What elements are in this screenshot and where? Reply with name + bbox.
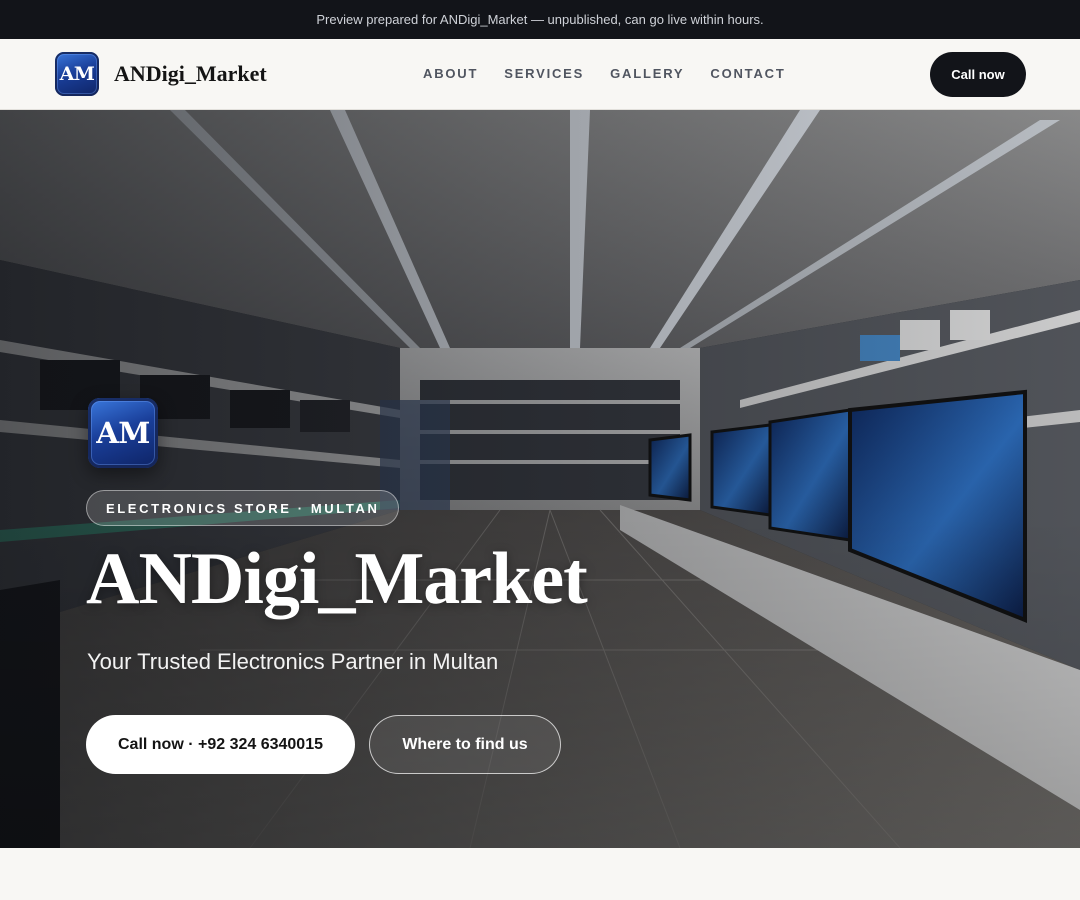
nav-link-about[interactable]: ABOUT xyxy=(423,66,478,81)
hero-call-button[interactable]: Call now · +92 324 6340015 xyxy=(86,715,355,774)
brand-logo-icon: AM xyxy=(55,52,99,96)
hero-location-button[interactable]: Where to find us xyxy=(369,715,561,774)
hero-category-badge: ELECTRONICS STORE · MULTAN xyxy=(86,490,400,526)
brand-link[interactable]: AM ANDigi_Market xyxy=(55,52,267,96)
site-header: AM ANDigi_Market ABOUT SERVICES GALLERY … xyxy=(0,39,1080,110)
hero-subtitle: Your Trusted Electronics Partner in Mult… xyxy=(87,649,499,674)
preview-banner-text: Preview prepared for ANDigi_Market — unp… xyxy=(316,12,764,27)
hero-logo-icon: AM xyxy=(88,398,158,468)
header-call-button[interactable]: Call now xyxy=(930,52,1026,97)
nav-link-contact[interactable]: CONTACT xyxy=(710,66,785,81)
hero-title: ANDigi_Market xyxy=(86,538,588,620)
nav-link-services[interactable]: SERVICES xyxy=(504,66,584,81)
next-section xyxy=(0,848,1080,900)
brand-name: ANDigi_Market xyxy=(114,61,267,86)
main-nav: ABOUT SERVICES GALLERY CONTACT xyxy=(423,66,786,81)
nav-link-gallery[interactable]: GALLERY xyxy=(610,66,684,81)
hero-section: AM ELECTRONICS STORE · MULTAN ANDigi_Mar… xyxy=(0,110,1080,848)
preview-banner: Preview prepared for ANDigi_Market — unp… xyxy=(0,0,1080,39)
